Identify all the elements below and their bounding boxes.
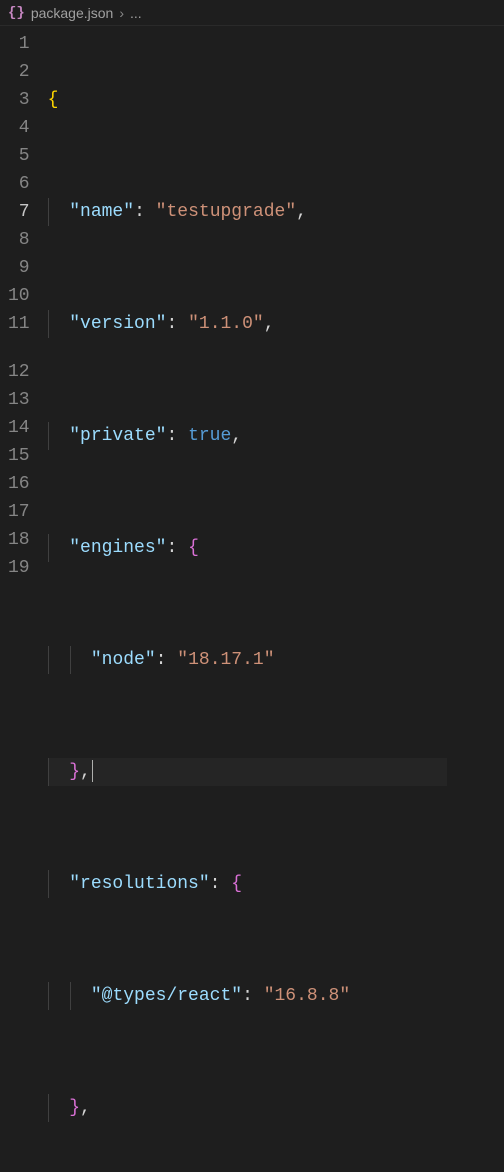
code-line[interactable]: { xyxy=(48,86,448,114)
code-line[interactable]: "version": "1.1.0", xyxy=(48,310,448,338)
code-line[interactable]: "@types/react": "16.8.8" xyxy=(48,982,448,1010)
code-line[interactable]: "private": true, xyxy=(48,422,448,450)
text-cursor xyxy=(92,760,93,782)
breadcrumb-rest[interactable]: ... xyxy=(130,5,142,21)
line-number: 9 xyxy=(8,254,30,282)
code-line[interactable]: "resolutions": { xyxy=(48,870,448,898)
line-number: 10 xyxy=(8,282,30,310)
line-number: 19 xyxy=(8,554,30,582)
line-number: 8 xyxy=(8,226,30,254)
code-line[interactable]: }, xyxy=(48,1094,448,1122)
code-line-active[interactable]: }, xyxy=(48,758,448,786)
breadcrumb-file[interactable]: package.json xyxy=(31,5,114,21)
json-file-icon: {} xyxy=(8,5,25,21)
line-number: 1 xyxy=(8,30,30,58)
chevron-right-icon: › xyxy=(119,5,124,21)
line-number: 14 xyxy=(8,414,30,442)
line-number: 5 xyxy=(8,142,30,170)
line-number: 16 xyxy=(8,470,30,498)
line-number-blank xyxy=(8,338,30,358)
breadcrumb[interactable]: {} package.json › ... xyxy=(0,0,504,26)
code-area[interactable]: { "name": "testupgrade", "version": "1.1… xyxy=(48,26,448,586)
code-line[interactable]: "name": "testupgrade", xyxy=(48,198,448,226)
line-number: 4 xyxy=(8,114,30,142)
line-number: 7 xyxy=(8,198,30,226)
line-number: 13 xyxy=(8,386,30,414)
code-line[interactable]: "node": "18.17.1" xyxy=(48,646,448,674)
code-editor[interactable]: 1 2 3 4 5 6 7 8 9 10 11 12 13 14 15 16 1… xyxy=(0,26,504,586)
line-number-gutter: 1 2 3 4 5 6 7 8 9 10 11 12 13 14 15 16 1… xyxy=(0,26,48,586)
line-number: 12 xyxy=(8,358,30,386)
line-number: 2 xyxy=(8,58,30,86)
line-number: 17 xyxy=(8,498,30,526)
line-number: 3 xyxy=(8,86,30,114)
line-number: 11 xyxy=(8,310,30,338)
code-line[interactable]: "engines": { xyxy=(48,534,448,562)
line-number: 15 xyxy=(8,442,30,470)
line-number: 6 xyxy=(8,170,30,198)
line-number: 18 xyxy=(8,526,30,554)
